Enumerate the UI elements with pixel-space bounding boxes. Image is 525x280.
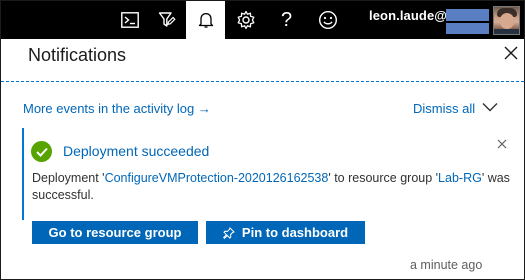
panel-title: Notifications — [28, 45, 127, 65]
message-prefix: Deployment ' — [32, 171, 105, 185]
message-middle: ' to resource group ' — [328, 171, 439, 185]
directory-filter-button[interactable] — [148, 1, 185, 39]
notification-card: Deployment succeeded Deployment 'Configu… — [22, 128, 519, 278]
help-button[interactable]: ? — [268, 1, 305, 39]
success-check-icon — [31, 141, 52, 162]
notifications-button[interactable] — [186, 1, 225, 39]
go-to-resource-group-button[interactable]: Go to resource group — [32, 221, 198, 244]
notification-message: Deployment 'ConfigureVMProtection-202012… — [32, 170, 512, 204]
notification-timestamp: a minute ago — [410, 258, 483, 272]
redacted-domain — [446, 9, 489, 21]
close-icon — [497, 136, 507, 154]
user-account-name[interactable]: leon.laude@ — [369, 8, 447, 23]
feedback-button[interactable] — [309, 1, 346, 39]
feedback-icon — [318, 10, 338, 30]
close-panel-button[interactable] — [501, 45, 521, 65]
pin-icon — [222, 226, 235, 239]
activity-log-link[interactable]: More events in the activity log → — [23, 101, 211, 116]
activity-log-link-label: More events in the activity log — [23, 101, 195, 116]
avatar[interactable] — [493, 6, 520, 35]
directory-filter-icon — [158, 11, 176, 29]
dismiss-all-button[interactable]: Dismiss all — [413, 101, 475, 116]
cloud-shell-button[interactable] — [111, 1, 148, 39]
cloud-shell-icon — [120, 12, 139, 28]
help-icon: ? — [280, 8, 293, 31]
notification-close-button[interactable] — [495, 138, 509, 152]
arrow-right-icon: → — [197, 101, 211, 116]
resource-group-link[interactable]: Lab-RG — [438, 171, 482, 185]
notification-title[interactable]: Deployment succeeded — [63, 143, 209, 159]
notifications-icon — [198, 11, 214, 29]
go-to-resource-group-label: Go to resource group — [48, 225, 182, 240]
deployment-link[interactable]: ConfigureVMProtection-2020126162538 — [105, 171, 329, 185]
pin-to-dashboard-label: Pin to dashboard — [241, 225, 349, 240]
settings-icon — [236, 10, 256, 30]
top-bar: ? leon.laude@ — [1, 1, 524, 39]
chevron-down-icon — [482, 99, 498, 117]
notifications-window: ? leon.laude@ Notifications More events … — [0, 0, 525, 280]
close-icon — [504, 46, 518, 65]
dismiss-all-expand-button[interactable] — [481, 100, 499, 116]
pin-to-dashboard-button[interactable]: Pin to dashboard — [206, 221, 365, 244]
settings-button[interactable] — [227, 1, 264, 39]
panel-divider — [1, 81, 524, 82]
notification-accent-bar — [22, 128, 24, 220]
redacted-directory — [446, 23, 489, 34]
